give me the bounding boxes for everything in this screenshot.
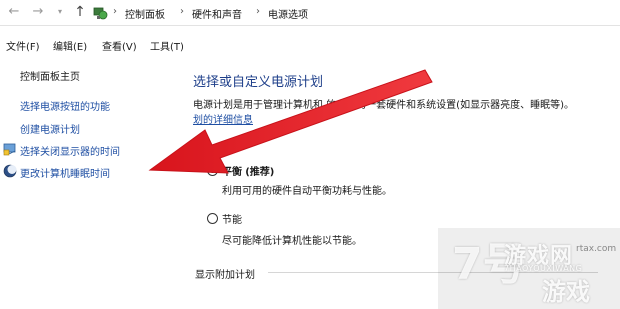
watermark-text-2: 游戏 — [542, 278, 590, 306]
plan-balanced-desc: 利用可用的硬件自动平衡功耗与性能。 — [222, 186, 392, 197]
watermark-fragment: rtax.com — [576, 244, 617, 254]
plan-balanced-radio[interactable] — [207, 165, 218, 176]
breadcrumb-hardware-sound[interactable]: 硬件和声音 — [192, 6, 242, 21]
arrow-right-icon[interactable]: → — [30, 4, 46, 20]
arrow-left-icon[interactable]: ← — [6, 4, 22, 20]
sidebar-home-link[interactable]: 控制面板主页 — [20, 68, 80, 83]
shield-display-icon — [3, 143, 16, 156]
page-title: 选择或自定义电源计划 — [193, 75, 324, 90]
watermark-logo: 7号 — [452, 239, 527, 290]
show-more-plans-toggle[interactable]: 显示附加计划 — [195, 266, 255, 281]
breadcrumb-separator: › — [180, 6, 184, 17]
page-description: 电源计划是用于管理计算机和 的电源的一套硬件和系统设置(如显示器亮度、睡眠等)。 — [193, 100, 574, 111]
menu-edit[interactable]: 编辑(E) — [53, 38, 87, 53]
control-panel-icon — [93, 7, 108, 20]
menu-file[interactable]: 文件(F) — [6, 38, 40, 53]
chevron-down-icon[interactable]: ▾ — [52, 4, 68, 20]
learn-more-link[interactable]: 划的详细信息 — [193, 111, 253, 126]
plan-power-saver-desc: 尽可能降低计算机性能以节能。 — [222, 236, 362, 247]
watermark: 7号 rtax.com 游戏网 7HAOYOUXIWANG 游戏 — [438, 228, 620, 309]
menu-view[interactable]: 查看(V) — [102, 38, 137, 53]
sidebar-sleep-time-link[interactable]: 更改计算机睡眠时间 — [20, 165, 110, 180]
moon-icon — [3, 164, 17, 178]
breadcrumb-separator: › — [113, 6, 117, 17]
section-divider — [268, 272, 598, 273]
arrow-up-icon[interactable]: ↑ — [72, 4, 88, 20]
plan-balanced-name: 平衡 — [222, 167, 242, 178]
menu-bar: 文件(F) 编辑(E) 查看(V) 工具(T) — [0, 34, 620, 53]
sidebar-display-off-link[interactable]: 选择关闭显示器的时间 — [20, 143, 120, 158]
breadcrumb-separator: › — [256, 6, 260, 17]
breadcrumb-control-panel[interactable]: 控制面板 — [125, 6, 165, 21]
address-bar: ← → ▾ ↑ › 控制面板 › 硬件和声音 › 电源选项 — [0, 0, 620, 26]
plan-balanced-suffix: (推荐) — [245, 167, 275, 178]
breadcrumb-power-options[interactable]: 电源选项 — [268, 6, 308, 21]
plan-balanced-label[interactable]: 平衡 (推荐) — [222, 163, 274, 178]
sidebar-create-plan-link[interactable]: 创建电源计划 — [20, 121, 80, 136]
sidebar-power-button-link[interactable]: 选择电源按钮的功能 — [20, 98, 110, 113]
menu-tools[interactable]: 工具(T) — [150, 38, 184, 53]
plan-power-saver-label[interactable]: 节能 — [222, 211, 242, 226]
plan-power-saver-radio[interactable] — [207, 213, 218, 224]
watermark-text: 游戏网 — [504, 244, 574, 269]
